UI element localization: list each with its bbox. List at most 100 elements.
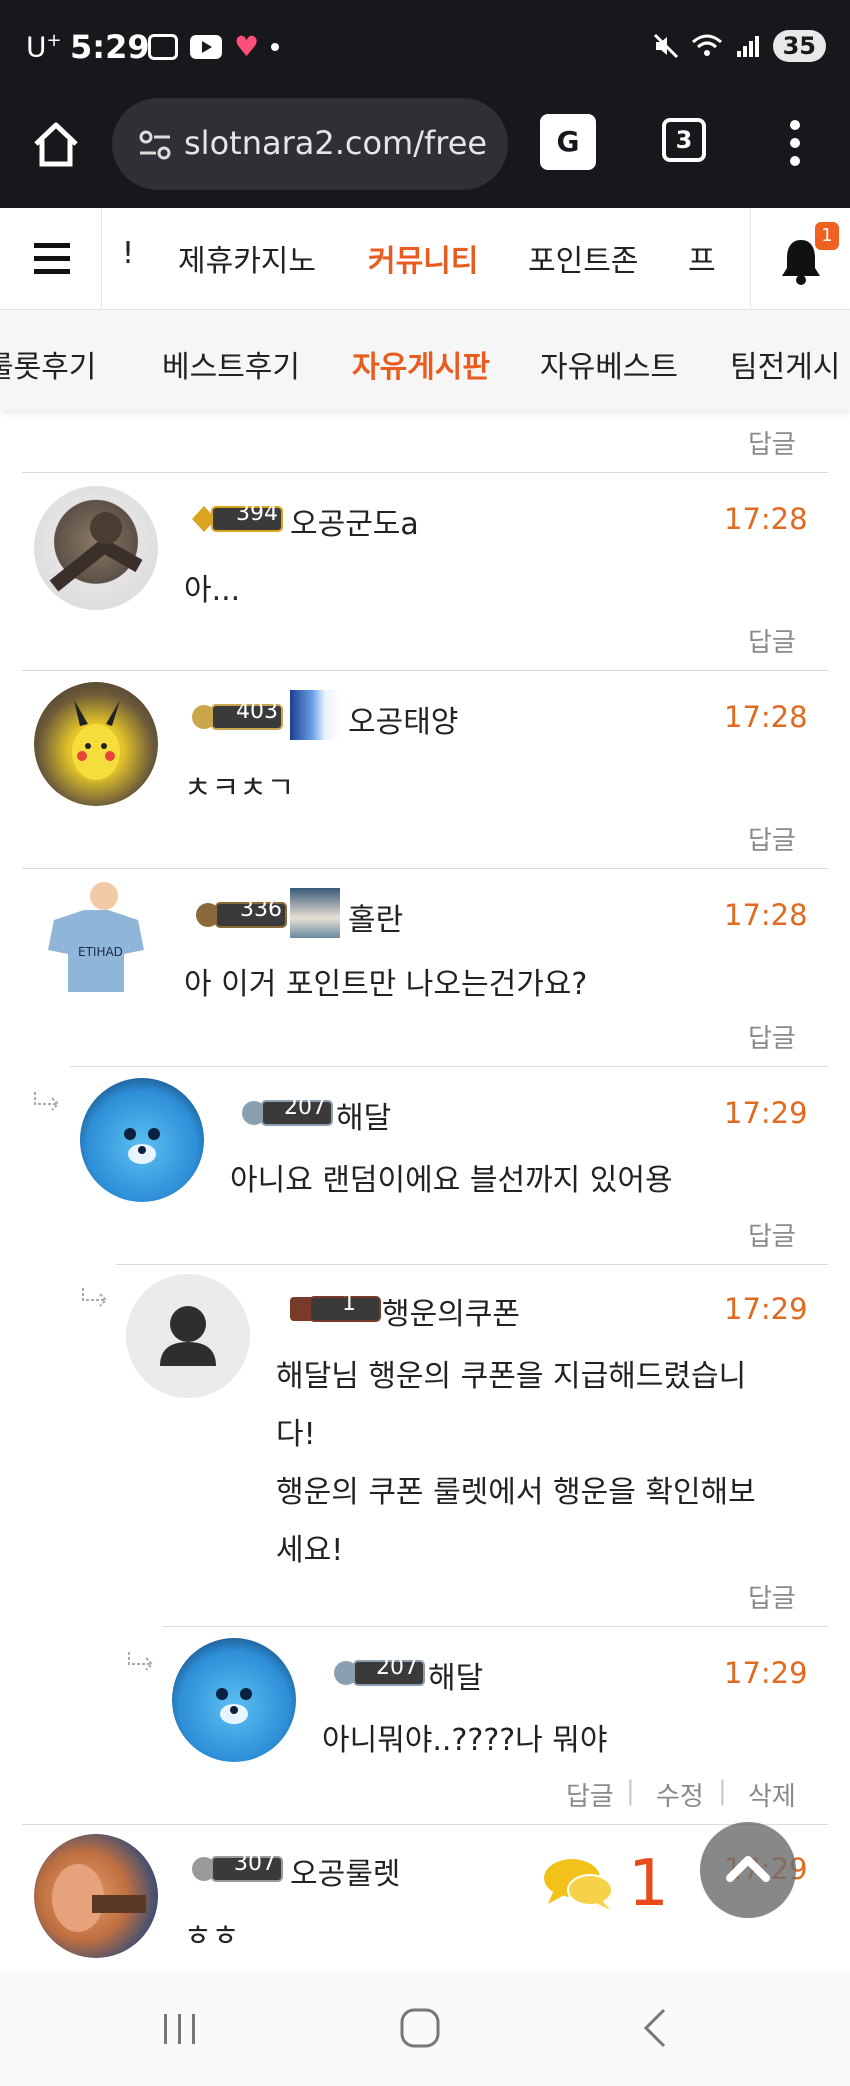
avatar[interactable] [34, 486, 158, 610]
system-nav-bar [0, 1972, 850, 2086]
comment-text: 아니뭐야..????나 뭐야 [322, 1723, 608, 1758]
sub-item-free-best[interactable]: 자유베스트 [540, 342, 678, 386]
chat-count: 1 [628, 1847, 669, 1921]
recent-apps-icon[interactable] [160, 2010, 200, 2048]
reply-arrow-icon [34, 1092, 60, 1111]
comment-time: 17:28 [724, 700, 808, 734]
avatar[interactable]: ETIHAD [34, 880, 158, 1004]
youtube-icon [190, 35, 222, 59]
chat-bubble-icon [544, 1859, 613, 1910]
nav-scroller: ! 제휴카지노 커뮤니티 포인트존 프 [102, 208, 752, 310]
scroll-top-button[interactable] [700, 1822, 796, 1918]
tab-switcher-button[interactable]: 3 [662, 118, 706, 162]
signal-icon [736, 36, 759, 57]
clock: 5:29 [70, 28, 150, 66]
mute-icon [653, 33, 678, 59]
avatar[interactable] [34, 682, 158, 806]
avatar[interactable] [80, 1078, 204, 1202]
browser-menu-icon[interactable] [780, 116, 810, 172]
sub-item-roulette-review[interactable]: 룰롯후기 [0, 342, 96, 386]
comment-time: 17:29 [724, 1656, 808, 1690]
site-settings-icon[interactable] [138, 128, 172, 162]
comment-time: 17:29 [724, 1096, 808, 1130]
divider [162, 1626, 828, 1627]
comment-author[interactable]: 해달 [336, 1093, 391, 1137]
reply-arrow-icon [128, 1652, 154, 1671]
url-text: slotnara2.com/free [184, 124, 488, 162]
avatar[interactable] [172, 1638, 296, 1762]
chat-counter[interactable]: 1 [540, 1852, 669, 1916]
wifi-icon [691, 34, 722, 56]
home-icon[interactable] [28, 116, 84, 172]
back-icon[interactable] [640, 2006, 670, 2050]
reply-arrow-icon [82, 1288, 108, 1307]
site-nav: ! 제휴카지노 커뮤니티 포인트존 프 1 [0, 208, 850, 310]
reply-link[interactable]: 답글 [748, 820, 796, 857]
reply-link[interactable]: 답글 [566, 1776, 614, 1813]
comment-text: 아... [184, 573, 241, 608]
notification-badge: 1 [815, 222, 839, 250]
comment-text: ㅊㅋㅊㄱ [184, 771, 295, 806]
heart-icon: ♥ [234, 30, 260, 63]
reply-link[interactable]: 답글 [748, 424, 796, 461]
comment-time: 17:28 [724, 898, 808, 932]
divider [22, 472, 828, 473]
reply-link[interactable]: 답글 [748, 1578, 796, 1615]
divider [22, 868, 828, 869]
level-number: 394 [236, 501, 278, 526]
comment-text: 세요! [276, 1533, 344, 1568]
edit-link[interactable]: 수정 [656, 1776, 704, 1813]
address-bar[interactable]: slotnara2.com/free [112, 98, 508, 190]
comment-text: 다! [276, 1417, 316, 1452]
nav-item-partner-casino[interactable]: 제휴카지노 [178, 236, 316, 280]
home-nav-icon[interactable] [398, 2006, 442, 2050]
user-thumbnail [290, 888, 340, 938]
browser-toolbar: slotnara2.com/free G 3 [0, 96, 850, 208]
sub-item-team-board[interactable]: 팀전게시 [730, 342, 840, 386]
comment-text: ㅎㅎ [184, 1919, 240, 1954]
svg-text:ETIHAD: ETIHAD [78, 945, 123, 959]
level-number: 1 [342, 1291, 356, 1316]
comment-author[interactable]: 오공룰렛 [290, 1849, 400, 1893]
battery-icon: 35 [772, 30, 826, 62]
reply-link[interactable]: 답글 [748, 1216, 796, 1253]
comment-author[interactable]: 오공군도a [290, 499, 419, 543]
battery-level: 35 [782, 32, 816, 60]
level-number: 207 [376, 1655, 418, 1680]
dot-icon [271, 43, 280, 51]
comment-text: 아니요 랜덤이에요 블선까지 있어용 [230, 1163, 673, 1198]
comment-author[interactable]: 홀란 [348, 895, 403, 939]
reply-link[interactable]: 답글 [748, 1018, 796, 1055]
sub-item-free-board[interactable]: 자유게시판 [352, 342, 490, 386]
avatar[interactable] [126, 1274, 250, 1398]
comment-author[interactable]: 해달 [428, 1653, 483, 1697]
avatar[interactable] [34, 1834, 158, 1958]
level-badge-icon [290, 1296, 381, 1322]
sub-item-best-review[interactable]: 베스트후기 [162, 342, 300, 386]
nav-item-community[interactable]: 커뮤니티 [368, 236, 478, 280]
comment-text: 아 이거 포인트만 나오는건가요? [184, 967, 588, 1002]
tab-count: 3 [675, 126, 693, 154]
nav-item-point-zone[interactable]: 포인트존 [528, 236, 638, 280]
level-number: 207 [284, 1095, 326, 1120]
hamburger-menu-icon[interactable] [0, 208, 102, 310]
screenshot-icon [148, 34, 178, 60]
translate-label: G [556, 125, 580, 158]
delete-link[interactable]: 삭제 [748, 1776, 796, 1813]
separator: | [626, 1776, 635, 1806]
carrier-label: U+ [26, 30, 62, 64]
divider [116, 1264, 828, 1265]
comment-text: 행운의 쿠폰 룰렛에서 행운을 확인해보 [276, 1475, 756, 1510]
comment-author[interactable]: 행운의쿠폰 [382, 1289, 520, 1333]
comment-time: 17:29 [724, 1292, 808, 1326]
notification-button[interactable]: 1 [750, 208, 850, 310]
translate-icon[interactable]: G [540, 114, 596, 170]
separator: | [718, 1776, 727, 1806]
comment-author[interactable]: 오공태양 [348, 697, 458, 741]
level-number: 307 [234, 1851, 276, 1876]
nav-item-4[interactable]: 프 [688, 236, 716, 280]
comment-time: 17:28 [724, 502, 808, 536]
reply-link[interactable]: 답글 [748, 622, 796, 659]
level-number: 403 [236, 699, 278, 724]
nav-item-0[interactable]: ! [122, 236, 134, 271]
